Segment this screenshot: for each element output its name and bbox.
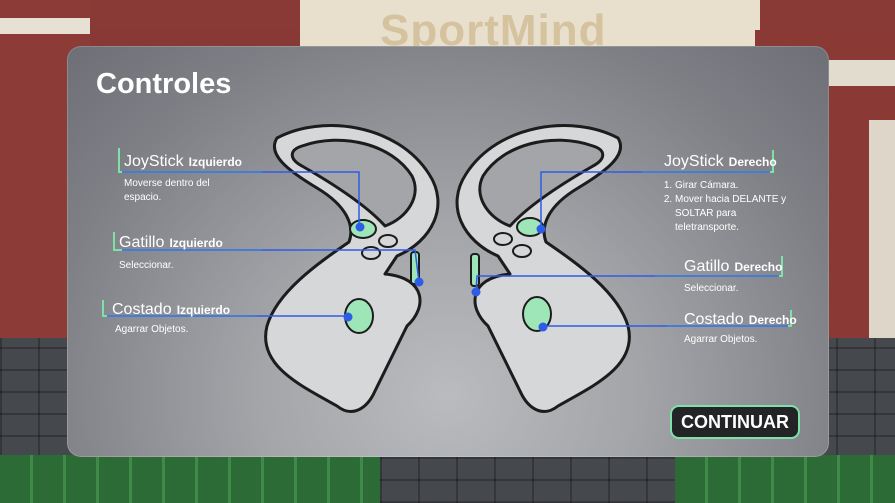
grass-right: [675, 455, 895, 503]
controls-panel: Controles JoyStick Izquierdo Moverse den…: [67, 46, 829, 457]
right-joystick-side: Derecho: [728, 155, 777, 169]
left-joystick-title: JoyStick: [124, 153, 184, 170]
label-left-grip: Costado Izquierdo: [112, 299, 230, 319]
label-right-grip: Costado Derecho: [684, 309, 797, 329]
left-grip-title: Costado: [112, 301, 172, 318]
label-right-joystick: JoyStick Derecho: [664, 151, 777, 171]
right-trigger-title: Gatillo: [684, 258, 730, 275]
continue-button[interactable]: CONTINUAR: [670, 405, 800, 439]
label-left-trigger: Gatillo Izquierdo: [119, 232, 223, 252]
left-grip-desc: Agarrar Objetos.: [115, 324, 189, 335]
right-trigger-side: Derecho: [734, 260, 783, 274]
grass-left: [0, 455, 380, 503]
right-trigger-desc: Seleccionar.: [684, 283, 739, 294]
left-joystick-desc: Moverse dentro del espacio.: [124, 178, 210, 203]
right-grip-title: Costado: [684, 311, 744, 328]
right-joystick-desc-item: Girar Cámara.: [675, 179, 791, 193]
label-right-trigger: Gatillo Derecho: [684, 256, 782, 276]
right-joystick-title: JoyStick: [664, 153, 724, 170]
left-trigger-title: Gatillo: [119, 234, 165, 251]
right-joystick-desc-item: Mover hacia DELANTE y SOLTAR para teletr…: [675, 193, 791, 235]
left-trigger-desc: Seleccionar.: [119, 260, 174, 271]
column: [869, 120, 895, 340]
left-joystick-side: Izquierdo: [188, 155, 243, 169]
left-grip-side: Izquierdo: [176, 303, 231, 317]
right-grip-side: Derecho: [748, 313, 797, 327]
right-grip-desc: Agarrar Objetos.: [684, 334, 758, 345]
left-trigger-side: Izquierdo: [169, 236, 223, 250]
label-left-joystick: JoyStick Izquierdo: [124, 151, 242, 171]
right-joystick-desc: Girar Cámara. Mover hacia DELANTE y SOLT…: [661, 179, 791, 235]
